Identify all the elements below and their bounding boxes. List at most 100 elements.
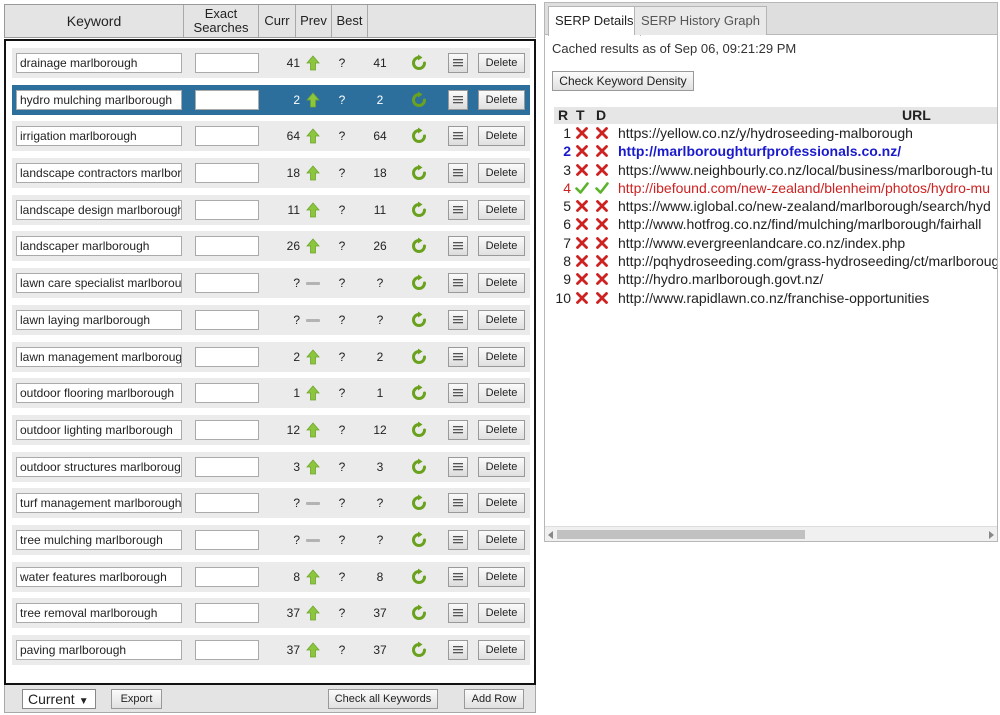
result-url-link[interactable]: http://www.rapidlawn.co.nz/franchise-opp… xyxy=(618,289,929,307)
keyword-row[interactable]: drainage marlborough 41? 41 Delete xyxy=(12,48,530,78)
exact-searches-input[interactable] xyxy=(195,419,259,440)
keyword-row[interactable]: irrigation marlborough 64? 64 Delete xyxy=(12,121,530,152)
delete-button[interactable]: Delete xyxy=(478,346,525,367)
delete-button[interactable]: Delete xyxy=(478,493,525,514)
keyword-row[interactable]: lawn laying marlborough??? Delete xyxy=(12,304,530,335)
notes-button[interactable] xyxy=(448,126,468,147)
notes-button[interactable] xyxy=(448,419,468,440)
exact-searches-input[interactable] xyxy=(195,566,259,587)
exact-searches-input[interactable] xyxy=(195,53,259,73)
keyword-row[interactable]: outdoor lighting marlborough 12? 12 Delete xyxy=(12,414,530,445)
keyword-row[interactable]: landscape design marlborough 11? 11 Delete xyxy=(12,194,530,225)
scroll-right-icon[interactable] xyxy=(989,531,994,539)
keyword-input[interactable]: hydro mulching marlborough xyxy=(16,89,182,110)
keyword-column-header[interactable]: Keyword xyxy=(5,5,184,37)
keyword-input[interactable]: landscaper marlborough xyxy=(16,236,182,257)
keyword-row[interactable]: hydro mulching marlborough 2? 2 Delete xyxy=(12,84,530,115)
keyword-input[interactable]: lawn laying marlborough xyxy=(16,309,182,330)
delete-button[interactable]: Delete xyxy=(478,603,525,624)
refresh-icon[interactable] xyxy=(410,531,428,549)
keyword-row[interactable]: water features marlborough 8? 8 Delete xyxy=(12,561,530,592)
notes-button[interactable] xyxy=(448,383,468,404)
exact-searches-input[interactable] xyxy=(195,126,259,147)
check-keyword-density-button[interactable]: Check Keyword Density xyxy=(552,71,694,91)
keyword-input[interactable]: landscape design marlborough xyxy=(16,199,182,220)
result-url-link[interactable]: http://www.evergreenlandcare.co.nz/index… xyxy=(618,234,905,252)
notes-button[interactable] xyxy=(448,273,468,294)
exact-searches-input[interactable] xyxy=(195,346,259,367)
keyword-input[interactable]: water features marlborough xyxy=(16,566,182,587)
result-url-link[interactable]: http://ibefound.com/new-zealand/blenheim… xyxy=(618,179,990,197)
refresh-icon[interactable] xyxy=(410,421,428,439)
horizontal-scrollbar[interactable] xyxy=(545,526,997,541)
exact-searches-input[interactable] xyxy=(195,640,259,660)
refresh-icon[interactable] xyxy=(410,127,428,145)
refresh-icon[interactable] xyxy=(410,348,428,366)
prev-column-header[interactable]: Prev xyxy=(296,5,332,37)
scrollbar-thumb[interactable] xyxy=(557,530,805,539)
refresh-icon[interactable] xyxy=(410,164,428,182)
keyword-input[interactable]: irrigation marlborough xyxy=(16,126,182,147)
refresh-icon[interactable] xyxy=(410,494,428,512)
exact-searches-input[interactable] xyxy=(195,236,259,257)
keyword-input[interactable]: outdoor lighting marlborough xyxy=(16,419,182,440)
exact-searches-input[interactable] xyxy=(195,89,259,110)
keyword-input[interactable]: tree removal marlborough xyxy=(16,603,182,624)
curr-column-header[interactable]: Curr xyxy=(259,5,296,37)
refresh-icon[interactable] xyxy=(410,91,428,109)
keyword-input[interactable]: outdoor flooring marlborough xyxy=(16,383,182,404)
keyword-input[interactable]: lawn care specialist marlboroug xyxy=(16,273,182,294)
notes-button[interactable] xyxy=(448,309,468,330)
notes-button[interactable] xyxy=(448,89,468,110)
scroll-left-icon[interactable] xyxy=(548,531,553,539)
notes-button[interactable] xyxy=(448,493,468,514)
keyword-row[interactable]: tree removal marlborough 37? 37 Delete xyxy=(12,598,530,629)
keyword-row[interactable]: lawn care specialist marlboroug??? Delete xyxy=(12,268,530,299)
exact-searches-input[interactable] xyxy=(195,493,259,514)
notes-button[interactable] xyxy=(448,236,468,257)
tab-serp-details[interactable]: SERP Details xyxy=(548,6,641,36)
check-all-keywords-button[interactable]: Check all Keywords xyxy=(328,689,438,709)
result-url-link[interactable]: http://www.hotfrog.co.nz/find/mulching/m… xyxy=(618,215,981,233)
refresh-icon[interactable] xyxy=(410,201,428,219)
result-url-link[interactable]: http://pqhydroseeding.com/grass-hydrosee… xyxy=(618,252,997,270)
keyword-input[interactable]: lawn management marlborough xyxy=(16,346,182,367)
keyword-row[interactable]: turf management marlborough??? Delete xyxy=(12,488,530,519)
best-column-header[interactable]: Best xyxy=(332,5,368,37)
tab-serp-history-graph[interactable]: SERP History Graph xyxy=(634,6,767,35)
delete-button[interactable]: Delete xyxy=(478,419,525,440)
keyword-input[interactable]: turf management marlborough xyxy=(16,493,182,514)
delete-button[interactable]: Delete xyxy=(478,640,525,660)
exact-searches-input[interactable] xyxy=(195,603,259,624)
notes-button[interactable] xyxy=(448,53,468,73)
delete-button[interactable]: Delete xyxy=(478,309,525,330)
keyword-input[interactable]: tree mulching marlborough xyxy=(16,529,182,550)
delete-button[interactable]: Delete xyxy=(478,126,525,147)
refresh-icon[interactable] xyxy=(410,641,428,659)
delete-button[interactable]: Delete xyxy=(478,456,525,477)
exact-searches-input[interactable] xyxy=(195,199,259,220)
exact-searches-input[interactable] xyxy=(195,456,259,477)
exact-searches-column-header[interactable]: Exact Searches xyxy=(184,5,259,37)
refresh-icon[interactable] xyxy=(410,458,428,476)
exact-searches-input[interactable] xyxy=(195,529,259,550)
result-url-link[interactable]: https://www.neighbourly.co.nz/local/busi… xyxy=(618,161,993,179)
result-url-link[interactable]: https://www.iglobal.co/new-zealand/marlb… xyxy=(618,197,991,215)
keyword-row[interactable]: outdoor structures marlborough 3? 3 Delete xyxy=(12,451,530,482)
refresh-icon[interactable] xyxy=(410,604,428,622)
notes-button[interactable] xyxy=(448,456,468,477)
exact-searches-input[interactable] xyxy=(195,383,259,404)
keyword-row[interactable]: lawn management marlborough 2? 2 Delete xyxy=(12,341,530,372)
delete-button[interactable]: Delete xyxy=(478,163,525,184)
refresh-icon[interactable] xyxy=(410,237,428,255)
delete-button[interactable]: Delete xyxy=(478,383,525,404)
exact-searches-input[interactable] xyxy=(195,309,259,330)
refresh-icon[interactable] xyxy=(410,54,428,72)
keyword-input[interactable]: drainage marlborough xyxy=(16,53,182,73)
notes-button[interactable] xyxy=(448,566,468,587)
notes-button[interactable] xyxy=(448,640,468,660)
delete-button[interactable]: Delete xyxy=(478,529,525,550)
delete-button[interactable]: Delete xyxy=(478,89,525,110)
exact-searches-input[interactable] xyxy=(195,163,259,184)
keyword-input[interactable]: outdoor structures marlborough xyxy=(16,456,182,477)
